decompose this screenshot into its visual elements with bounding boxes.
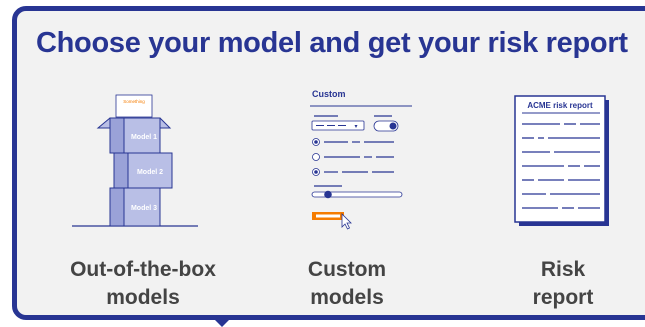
stacked-boxes-illustration: Model 3 Model 2 Something Model 1 — [72, 94, 198, 227]
box-model-2: Model 2 — [113, 152, 173, 189]
cursor-icon — [341, 213, 352, 230]
caption-line: Out-of-the-box — [70, 258, 216, 281]
dropdown-field: ▾ — [311, 120, 365, 131]
callout-pointer — [213, 318, 231, 327]
form-header: Custom — [312, 89, 346, 99]
page-title: Choose your model and get your risk repo… — [36, 27, 628, 59]
box-label-model-1: Model 1 — [131, 134, 157, 141]
report-title: ACME risk report — [527, 101, 593, 110]
toggle-switch — [373, 120, 399, 132]
custom-form-illustration: Custom ▾ — [310, 89, 412, 230]
caption-line: Risk — [540, 258, 586, 281]
radio-group — [312, 138, 394, 176]
caption-line: models — [106, 286, 180, 309]
caption-risk-report: Risk report — [508, 256, 618, 312]
caption-custom-models: Custom models — [292, 256, 402, 312]
box-label-model-3: Model 3 — [131, 205, 157, 212]
chevron-down-icon: ▾ — [354, 124, 357, 130]
box-model-1: Something Model 1 — [96, 94, 172, 154]
submit-button — [312, 212, 344, 220]
paper-label: Something — [123, 99, 145, 104]
caption-out-of-the-box-models: Out-of-the-box models — [48, 256, 238, 312]
caption-line: models — [310, 286, 384, 309]
slider-control — [311, 190, 403, 199]
box-model-3: Model 3 — [109, 187, 161, 227]
box-label-model-2: Model 2 — [137, 169, 163, 176]
caption-line: report — [532, 286, 594, 309]
caption-line: Custom — [307, 258, 387, 281]
risk-report-illustration: ACME risk report — [514, 95, 609, 226]
